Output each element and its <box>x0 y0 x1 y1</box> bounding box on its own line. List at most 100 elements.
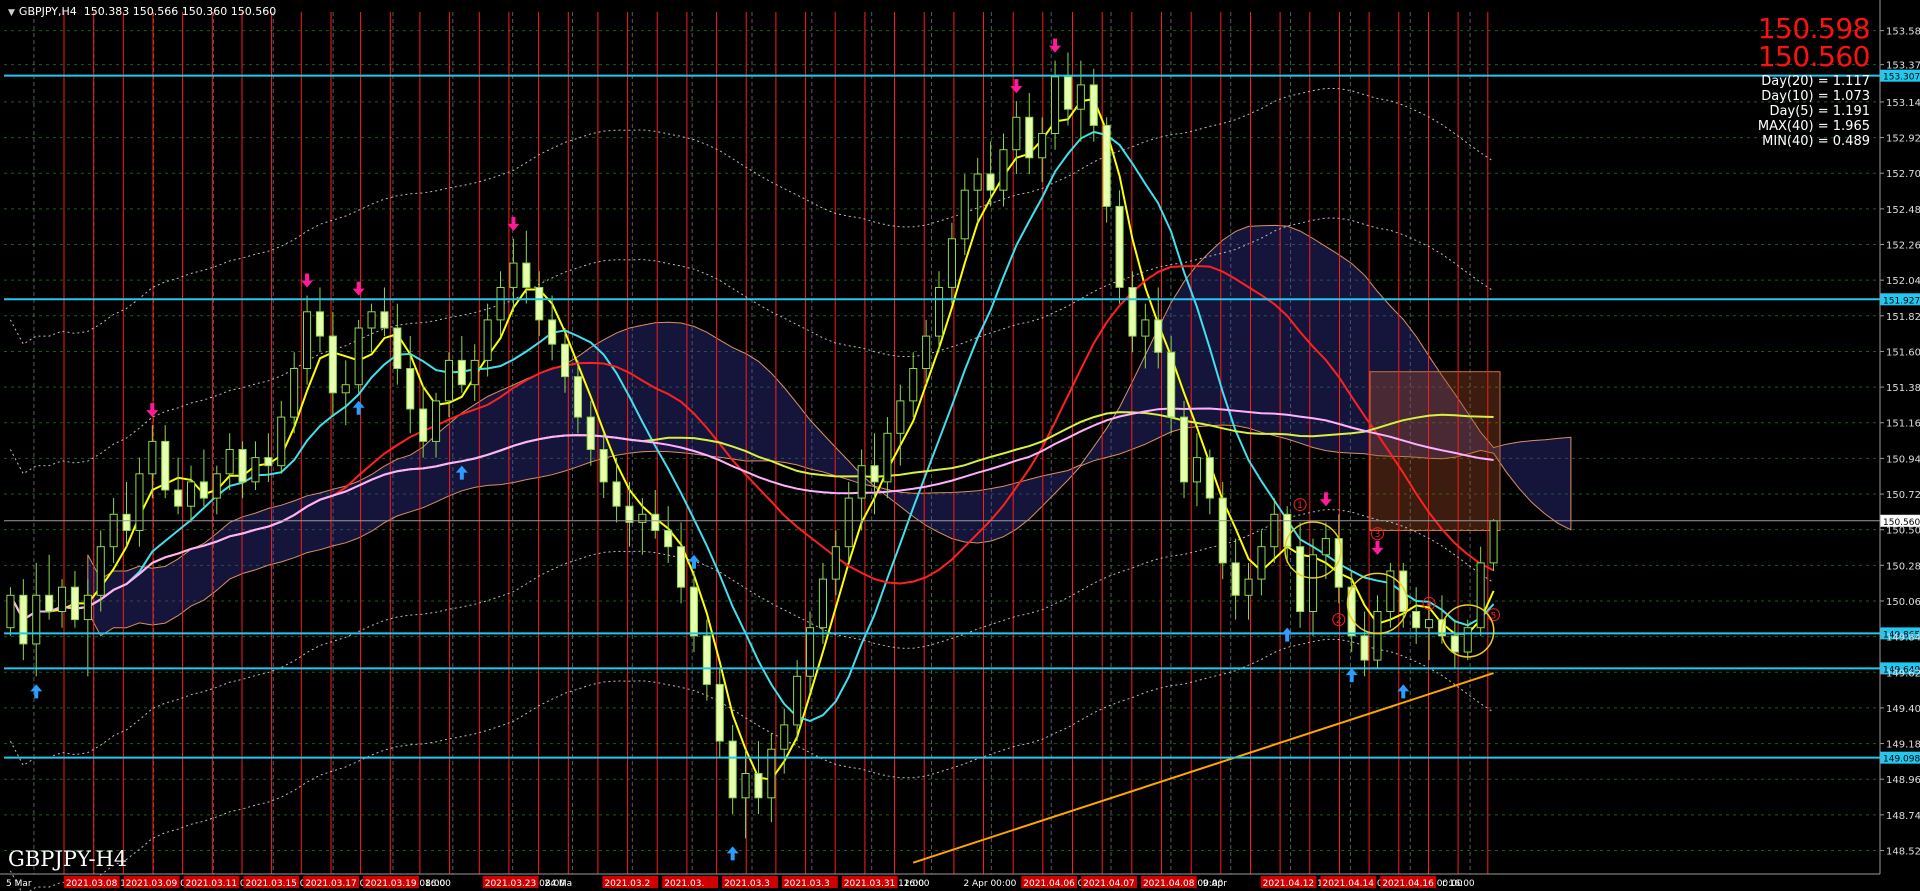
candle <box>1218 497 1227 564</box>
stat-max40: MAX(40) = 1.965 <box>1757 119 1870 134</box>
candle <box>367 311 376 329</box>
candle <box>1102 124 1111 207</box>
candle <box>483 319 492 361</box>
y-tick-label: 149.625 <box>1886 668 1920 679</box>
stats-panel: Day(20) = 1.117 Day(10) = 1.073 Day(5) =… <box>1758 74 1870 149</box>
candle <box>651 513 660 531</box>
cloud-area <box>87 224 1572 637</box>
candle <box>896 400 905 434</box>
candle <box>109 513 118 548</box>
time-label: 2021.03. <box>664 879 704 889</box>
down-arrow-icon <box>1371 540 1384 555</box>
candle <box>780 724 789 750</box>
candle <box>561 343 570 378</box>
up-arrow-icon <box>726 846 739 861</box>
candle <box>148 440 157 475</box>
candle <box>793 675 802 726</box>
candle <box>612 481 621 507</box>
candle <box>1463 627 1472 653</box>
candle <box>122 513 131 531</box>
wave-label: 4 <box>1426 600 1432 610</box>
candle <box>767 748 776 799</box>
candle <box>573 376 583 418</box>
y-tick-label: 150.285 <box>1886 561 1920 572</box>
level-tag-label: 149.098 <box>1883 755 1920 765</box>
candle <box>32 594 41 645</box>
candle <box>586 416 595 451</box>
stat-day10: Day(10) = 1.073 <box>1761 89 1870 104</box>
candle <box>393 327 402 369</box>
candle <box>457 359 466 386</box>
candle <box>380 311 389 329</box>
candle <box>1141 319 1150 337</box>
candle <box>1399 570 1408 612</box>
candle <box>315 311 324 337</box>
candle <box>1205 457 1214 499</box>
candle <box>599 449 608 483</box>
time-label: 2021.03.17 00 <box>305 879 371 889</box>
y-tick-label: 150.725 <box>1886 490 1920 501</box>
candle <box>6 594 15 629</box>
down-arrow-icon <box>1010 79 1023 94</box>
candle <box>947 238 957 288</box>
candle <box>522 262 531 288</box>
down-arrow-icon <box>146 403 159 418</box>
y-tick-label: 152.045 <box>1886 276 1920 287</box>
candle <box>187 481 196 507</box>
candle <box>818 578 828 629</box>
y-tick-label: 151.385 <box>1886 383 1920 394</box>
candle <box>728 740 737 799</box>
y-tick-label: 152.265 <box>1886 241 1920 252</box>
candle <box>857 465 866 499</box>
y-tick-label: 153.375 <box>1886 61 1920 72</box>
y-tick-label: 151.605 <box>1886 347 1920 358</box>
candle <box>973 173 982 191</box>
candle <box>58 586 67 613</box>
stat-day5: Day(5) = 1.191 <box>1769 104 1870 119</box>
y-tick-label: 149.405 <box>1886 704 1920 715</box>
candle <box>1063 76 1073 110</box>
chart-canvas[interactable]: 153.307151.927149.865149.649149.098150.5… <box>0 0 1920 891</box>
y-tick-label: 152.705 <box>1886 169 1920 180</box>
candle <box>1038 133 1047 159</box>
ohlc-values: 150.383 150.566 150.360 150.560 <box>83 5 277 18</box>
candle <box>689 586 699 637</box>
candle <box>470 359 479 386</box>
y-tick-label: 152.925 <box>1886 134 1920 145</box>
candle <box>1373 611 1382 661</box>
down-arrow-icon <box>352 281 365 296</box>
time-label: 24 Ma <box>545 879 573 889</box>
candle <box>1167 351 1176 418</box>
candle <box>251 457 260 483</box>
candle <box>1115 205 1124 288</box>
y-tick-label: 153.585 <box>1886 27 1920 38</box>
candle <box>19 594 28 645</box>
price-axis: 153.585 153.375 153.145 152.925 152.705 152.4… <box>1879 0 1920 874</box>
up-arrow-icon <box>30 684 43 699</box>
y-tick-label: 149.845 <box>1886 633 1920 644</box>
candle <box>174 489 183 507</box>
candle <box>225 449 234 475</box>
y-tick-label: 151.165 <box>1886 419 1920 430</box>
candle <box>354 327 363 386</box>
stat-day20: Day(20) = 1.117 <box>1761 74 1870 89</box>
candle <box>986 173 995 191</box>
candle <box>1360 635 1369 661</box>
candle <box>496 287 505 321</box>
up-arrow-icon <box>1281 627 1294 642</box>
candle <box>238 449 247 483</box>
candle <box>1051 76 1060 135</box>
candle <box>1231 562 1240 596</box>
candle <box>83 594 92 621</box>
candle <box>135 473 144 531</box>
candle <box>844 497 853 548</box>
candle <box>290 368 299 418</box>
time-label: 2 Apr 00:00 <box>963 879 1016 889</box>
collapse-arrow-icon[interactable]: ▼ <box>8 8 15 18</box>
candle <box>1154 319 1163 353</box>
candle <box>161 440 170 491</box>
candle <box>432 400 441 442</box>
y-tick-label: 151.825 <box>1886 312 1920 323</box>
candle <box>1296 546 1305 613</box>
time-label: 2021.04.07 <box>1083 879 1135 889</box>
